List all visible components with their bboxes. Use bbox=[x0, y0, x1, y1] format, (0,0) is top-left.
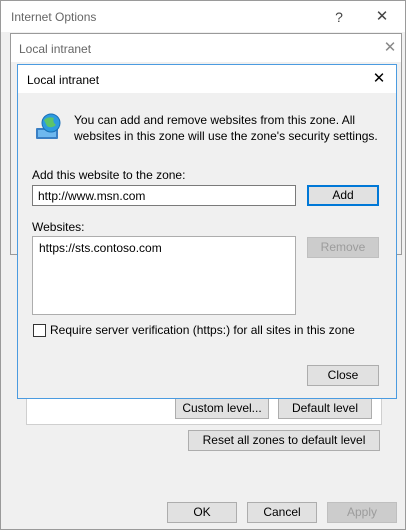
reset-all-zones-button[interactable]: Reset all zones to default level bbox=[188, 430, 380, 451]
close-icon[interactable]: ✕ bbox=[373, 9, 391, 25]
local-intranet-behind-titlebar: Local intranet ✕ bbox=[11, 34, 401, 62]
local-intranet-dialog: Local intranet ✕ You can add and remove … bbox=[17, 64, 397, 399]
custom-level-button[interactable]: Custom level... bbox=[175, 398, 269, 419]
internet-options-titlebar: Internet Options ? ✕ bbox=[1, 1, 405, 32]
zone-info-text: You can add and remove websites from thi… bbox=[74, 113, 378, 143]
ok-button[interactable]: OK bbox=[167, 502, 237, 523]
require-verification-checkbox[interactable] bbox=[33, 324, 46, 337]
close-icon[interactable]: ✕ bbox=[370, 71, 388, 87]
dialog-title: Local intranet bbox=[27, 73, 100, 87]
globe-icon bbox=[34, 111, 64, 141]
close-button[interactable]: Close bbox=[307, 365, 379, 386]
dialog-titlebar: Local intranet ✕ bbox=[18, 65, 396, 93]
default-level-button[interactable]: Default level bbox=[278, 398, 372, 419]
require-verification-label[interactable]: Require server verification (https:) for… bbox=[50, 323, 355, 337]
add-website-input[interactable] bbox=[32, 185, 296, 206]
apply-button[interactable]: Apply bbox=[327, 502, 397, 523]
remove-button[interactable]: Remove bbox=[307, 237, 379, 258]
window-title: Internet Options bbox=[11, 10, 97, 24]
add-website-label: Add this website to the zone: bbox=[32, 168, 186, 182]
add-button[interactable]: Add bbox=[307, 185, 379, 206]
help-icon[interactable]: ? bbox=[331, 9, 347, 25]
list-item[interactable]: https://sts.contoso.com bbox=[39, 241, 289, 255]
websites-list[interactable]: https://sts.contoso.com bbox=[32, 236, 296, 315]
websites-label: Websites: bbox=[32, 220, 85, 234]
cancel-button[interactable]: Cancel bbox=[247, 502, 317, 523]
close-icon[interactable]: ✕ bbox=[381, 40, 399, 56]
local-intranet-behind-title: Local intranet bbox=[19, 42, 92, 56]
